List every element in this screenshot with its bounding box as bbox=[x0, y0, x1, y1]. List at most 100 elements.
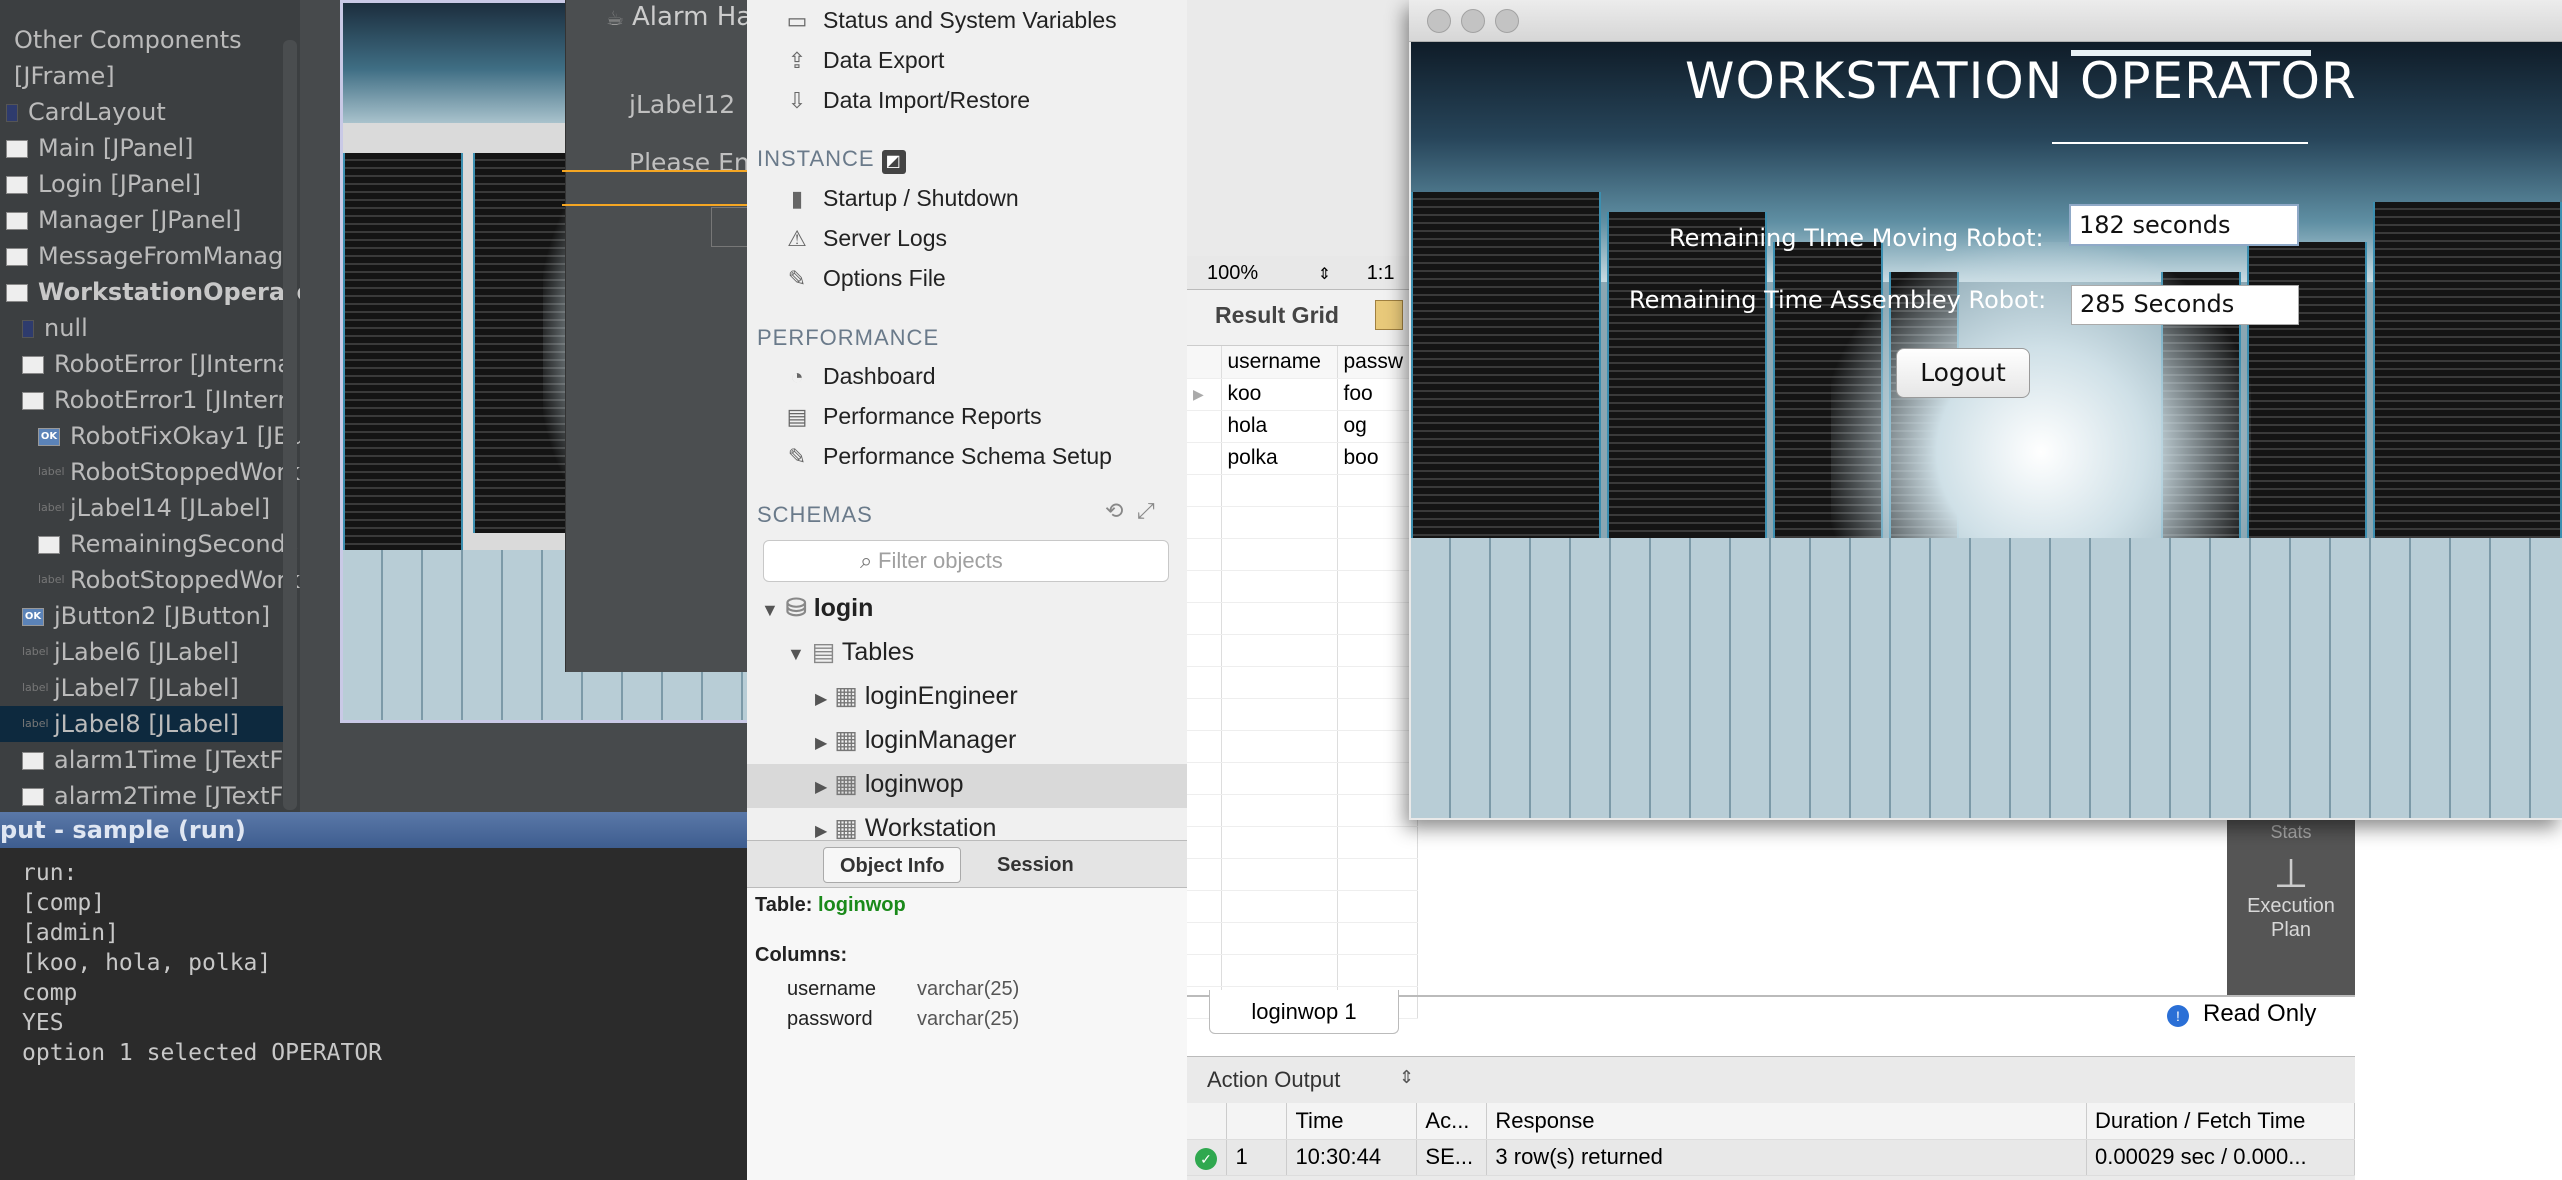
table-node[interactable]: ▶ ▦ loginEngineer bbox=[747, 676, 1187, 720]
navigator-item[interactable]: Other Components bbox=[0, 22, 283, 58]
nav-item-dashboard[interactable]: ◔ Dashboard bbox=[783, 358, 935, 394]
table-row[interactable] bbox=[1187, 474, 1418, 507]
navigator-item[interactable]: null bbox=[0, 310, 283, 346]
zoom-stepper-icon[interactable]: ⇕ bbox=[1318, 266, 1331, 283]
action-output-header[interactable]: Ac... bbox=[1416, 1103, 1488, 1140]
nav-item-performance-reports[interactable]: ▤ Performance Reports bbox=[783, 398, 1042, 434]
row-selector[interactable] bbox=[1187, 538, 1222, 571]
navigator-item[interactable]: label RobotStoppedWork bbox=[0, 562, 300, 598]
row-selector[interactable] bbox=[1187, 570, 1222, 603]
row-selector[interactable] bbox=[1187, 602, 1222, 635]
please-enter-label[interactable]: Please En bbox=[629, 148, 750, 177]
table-row[interactable] bbox=[1187, 634, 1418, 667]
table-cell[interactable] bbox=[1221, 698, 1338, 731]
table-row[interactable] bbox=[1187, 794, 1418, 827]
navigator-item[interactable]: alarm2Time [JTextFi bbox=[0, 778, 288, 812]
table-cell[interactable] bbox=[1337, 666, 1418, 699]
navigator-item[interactable]: Manager [JPanel] bbox=[0, 202, 283, 238]
table-cell[interactable] bbox=[1337, 634, 1418, 667]
table-cell[interactable] bbox=[1221, 922, 1338, 955]
row-selector[interactable] bbox=[1187, 698, 1222, 731]
output-title[interactable]: put - sample (run) bbox=[0, 812, 747, 848]
row-selector[interactable] bbox=[1187, 762, 1222, 795]
row-selector[interactable] bbox=[1187, 474, 1222, 507]
navigator-item[interactable]: label jLabel14 [JLabel] bbox=[0, 490, 283, 526]
table-node[interactable]: ▶ ▦ loginwop bbox=[747, 764, 1187, 808]
table-cell[interactable]: boo bbox=[1337, 442, 1418, 475]
nav-item-options-file[interactable]: ✎ Options File bbox=[783, 260, 946, 296]
table-cell[interactable]: foo bbox=[1337, 378, 1418, 411]
navigator-item[interactable]: label RobotStoppedWork bbox=[0, 454, 300, 490]
execution-plan-button[interactable]: Stats ⊥ Execution Plan bbox=[2227, 820, 2355, 996]
table-row[interactable] bbox=[1187, 602, 1418, 635]
row-selector[interactable] bbox=[1187, 506, 1222, 539]
table-cell[interactable] bbox=[1221, 538, 1338, 571]
table-row[interactable] bbox=[1187, 762, 1418, 795]
row-selector[interactable] bbox=[1187, 634, 1222, 667]
table-row[interactable] bbox=[1187, 698, 1418, 731]
navigator-item[interactable]: Main [JPanel] bbox=[0, 130, 283, 166]
navigator-item[interactable]: Login [JPanel] bbox=[0, 166, 283, 202]
row-selector[interactable] bbox=[1187, 410, 1222, 443]
navigator-item[interactable]: label jLabel6 [JLabel] bbox=[0, 634, 283, 670]
row-selector[interactable] bbox=[1187, 858, 1222, 891]
logout-button[interactable]: Logout bbox=[1896, 348, 2030, 398]
alarm-dialog[interactable]: ☕ Alarm Hap jLabel12 Please En bbox=[565, 0, 771, 672]
table-cell[interactable] bbox=[1221, 570, 1338, 603]
table-row[interactable] bbox=[1187, 730, 1418, 763]
navigator-item[interactable]: OK jButton2 [JButton] bbox=[0, 598, 283, 634]
table-cell[interactable] bbox=[1221, 954, 1338, 987]
table-cell[interactable]: polka bbox=[1221, 442, 1338, 475]
table-row[interactable] bbox=[1187, 570, 1418, 603]
table-row[interactable]: polka boo bbox=[1187, 442, 1418, 475]
grid-view-icon[interactable] bbox=[1375, 300, 1403, 330]
collapse-triangle-icon[interactable]: ▼ bbox=[787, 644, 805, 664]
filter-objects-input[interactable]: ⌕ Filter objects bbox=[763, 540, 1169, 582]
table-cell[interactable] bbox=[1337, 474, 1418, 507]
navigator-item[interactable]: label jLabel8 [JLabel] bbox=[0, 706, 283, 742]
table-cell[interactable] bbox=[1337, 858, 1418, 891]
zoom-select[interactable]: 100% bbox=[1207, 262, 1258, 284]
navigator-item[interactable]: OK RobotFixOkay1 [JBu bbox=[0, 418, 300, 454]
minimize-window-button[interactable] bbox=[1461, 9, 1485, 33]
table-row[interactable] bbox=[1187, 666, 1418, 699]
navigator-item[interactable]: alarm1Time [JTextFi bbox=[0, 742, 288, 778]
table-cell[interactable] bbox=[1337, 602, 1418, 635]
tab-session[interactable]: Session bbox=[981, 847, 1090, 883]
row-selector[interactable] bbox=[1187, 730, 1222, 763]
navigator-scrollbar[interactable] bbox=[283, 40, 297, 810]
table-cell[interactable] bbox=[1221, 730, 1338, 763]
table-cell[interactable] bbox=[1337, 570, 1418, 603]
expand-triangle-icon[interactable]: ▶ bbox=[815, 691, 827, 708]
action-output-header[interactable]: Duration / Fetch Time bbox=[2086, 1103, 2355, 1140]
table-cell[interactable] bbox=[1221, 474, 1338, 507]
nav-item-data-import-restore[interactable]: ⇩ Data Import/Restore bbox=[783, 82, 1030, 118]
row-selector[interactable] bbox=[1187, 954, 1222, 987]
tables-node[interactable]: ▼ ▤ Tables bbox=[787, 632, 1187, 674]
table-node[interactable]: ▶ ▦ loginManager bbox=[747, 720, 1187, 764]
instance-settings-icon[interactable]: ◩ bbox=[881, 150, 906, 174]
navigator-item[interactable]: label jLabel7 [JLabel] bbox=[0, 670, 283, 706]
table-cell[interactable] bbox=[1337, 698, 1418, 731]
navigator-item[interactable]: WorkstationOperato bbox=[0, 274, 300, 310]
navigator-item[interactable]: RobotError [JInternal bbox=[0, 346, 299, 382]
table-cell[interactable] bbox=[1221, 666, 1338, 699]
table-cell[interactable] bbox=[1337, 730, 1418, 763]
table-cell[interactable] bbox=[1221, 794, 1338, 827]
table-cell[interactable] bbox=[1337, 506, 1418, 539]
table-row[interactable] bbox=[1187, 506, 1418, 539]
navigator-item[interactable]: MessageFromManage bbox=[0, 238, 298, 274]
action-output-select[interactable]: Action Output bbox=[1207, 1067, 1340, 1093]
schema-login[interactable]: ▼ ⛁ login bbox=[761, 588, 1187, 630]
row-selector[interactable] bbox=[1187, 794, 1222, 827]
row-selector[interactable] bbox=[1187, 666, 1222, 699]
table-cell[interactable] bbox=[1337, 794, 1418, 827]
jlabel12[interactable]: jLabel12 bbox=[629, 90, 735, 119]
table-cell[interactable] bbox=[1337, 890, 1418, 923]
nav-item-server-logs[interactable]: ⚠ Server Logs bbox=[783, 220, 947, 256]
assembly-robot-time-field[interactable]: 285 Seconds bbox=[2071, 285, 2299, 325]
collapse-triangle-icon[interactable]: ▼ bbox=[761, 600, 779, 620]
navigator-item[interactable]: RobotError1 [JIntern bbox=[0, 382, 293, 418]
action-output-header[interactable]: Response bbox=[1486, 1103, 2088, 1140]
table-cell[interactable] bbox=[1221, 506, 1338, 539]
